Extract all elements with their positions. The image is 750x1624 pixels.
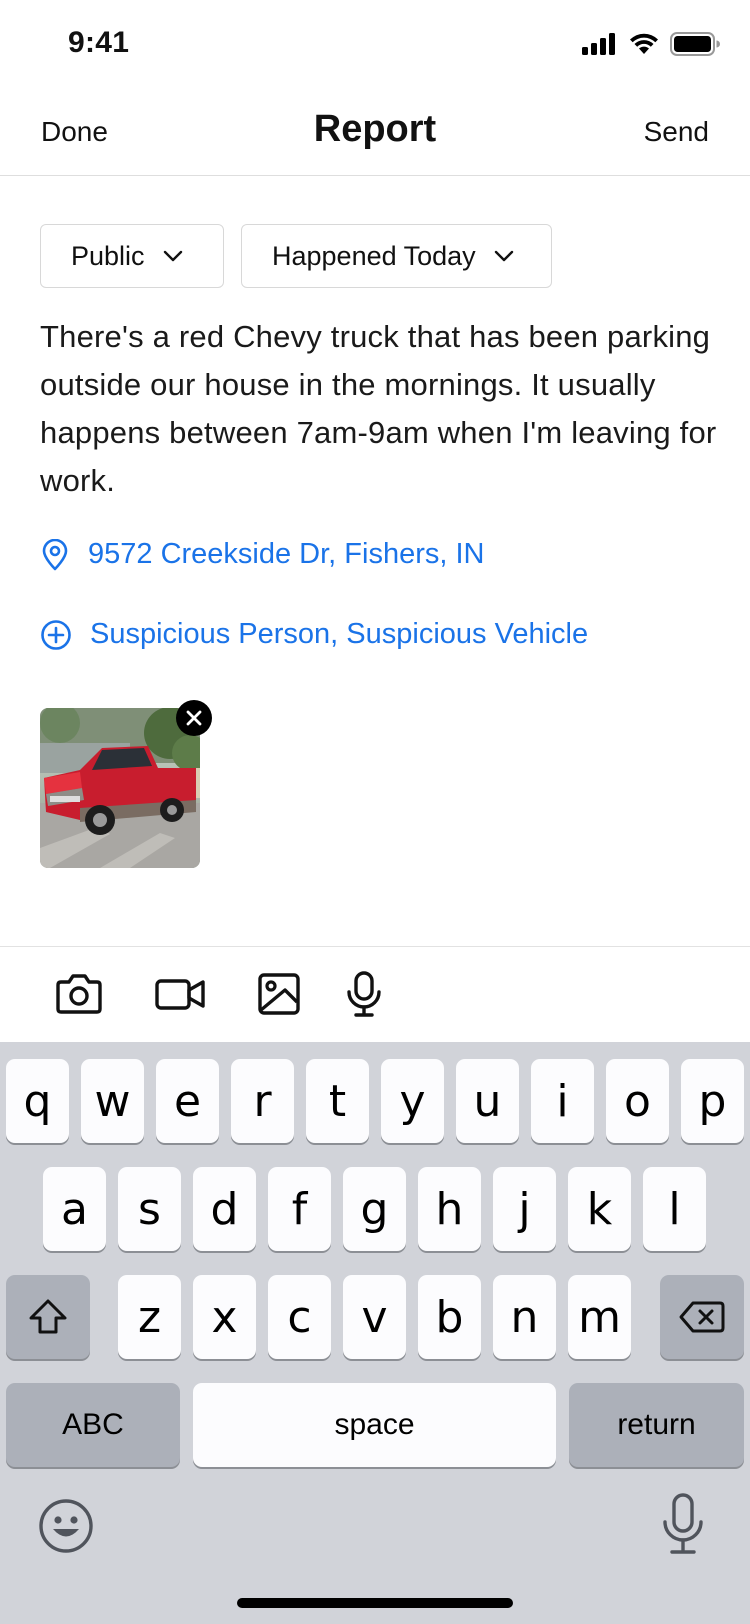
chevron-down-icon: [494, 250, 513, 262]
navigation-bar: Done Report Send: [0, 90, 750, 176]
visibility-dropdown[interactable]: Public: [40, 224, 224, 288]
key-c[interactable]: c: [268, 1275, 331, 1359]
key-n[interactable]: n: [493, 1275, 556, 1359]
keyboard: q w e r t y u i o p a s d f g h j k l z …: [0, 1042, 750, 1624]
key-p[interactable]: p: [681, 1059, 744, 1143]
close-icon: [186, 710, 202, 726]
location-link[interactable]: 9572 Creekside Dr, Fishers, IN: [40, 538, 484, 571]
key-u[interactable]: u: [456, 1059, 519, 1143]
key-a[interactable]: a: [43, 1167, 106, 1251]
key-h[interactable]: h: [418, 1167, 481, 1251]
wifi-icon: [630, 33, 658, 54]
key-y[interactable]: y: [381, 1059, 444, 1143]
microphone-icon: [663, 1493, 703, 1554]
key-s[interactable]: s: [118, 1167, 181, 1251]
dictation-button[interactable]: [660, 1492, 706, 1558]
media-toolbar: [0, 946, 750, 1042]
video-icon: [155, 979, 205, 1010]
send-button[interactable]: Send: [644, 116, 709, 148]
visibility-label: Public: [71, 240, 145, 271]
location-pin-icon: [42, 538, 68, 570]
audio-button[interactable]: [337, 969, 391, 1019]
incident-tags-text: Suspicious Person, Suspicious Vehicle: [90, 618, 589, 650]
chevron-down-icon: [163, 250, 182, 262]
status-time: 9:41: [68, 26, 130, 59]
space-key[interactable]: space: [193, 1383, 556, 1467]
timeframe-label: Happened Today: [272, 240, 476, 271]
key-z[interactable]: z: [118, 1275, 181, 1359]
return-key[interactable]: return: [569, 1383, 744, 1467]
image-icon: [258, 973, 300, 1015]
key-b[interactable]: b: [418, 1275, 481, 1359]
key-m[interactable]: m: [568, 1275, 631, 1359]
red-truck-image: [40, 708, 200, 868]
emoji-icon: [39, 1499, 93, 1553]
delete-key[interactable]: [660, 1275, 744, 1359]
photo-thumbnail: [40, 708, 200, 868]
key-d[interactable]: d: [193, 1167, 256, 1251]
key-x[interactable]: x: [193, 1275, 256, 1359]
key-j[interactable]: j: [493, 1167, 556, 1251]
home-indicator: [237, 1598, 513, 1608]
key-l[interactable]: l: [643, 1167, 706, 1251]
gallery-button[interactable]: [252, 969, 306, 1019]
add-circle-icon: [41, 619, 71, 650]
microphone-icon: [347, 971, 381, 1017]
key-w[interactable]: w: [81, 1059, 144, 1143]
key-k[interactable]: k: [568, 1167, 631, 1251]
key-t[interactable]: t: [306, 1059, 369, 1143]
status-bar: 9:41: [0, 0, 750, 90]
key-f[interactable]: f: [268, 1167, 331, 1251]
key-q[interactable]: q: [6, 1059, 69, 1143]
remove-photo-button[interactable]: [176, 700, 212, 736]
emoji-button[interactable]: [38, 1498, 94, 1554]
cellular-signal-icon: [582, 33, 615, 55]
shift-arrow-icon: [29, 1299, 67, 1334]
key-i[interactable]: i: [531, 1059, 594, 1143]
page-title: Report: [313, 108, 437, 150]
key-o[interactable]: o: [606, 1059, 669, 1143]
status-icons: [582, 32, 720, 56]
filter-pills: Public Happened Today: [40, 224, 552, 288]
location-text: 9572 Creekside Dr, Fishers, IN: [88, 538, 485, 570]
key-e[interactable]: e: [156, 1059, 219, 1143]
photo-attachment[interactable]: [40, 700, 212, 868]
incident-tags-link[interactable]: Suspicious Person, Suspicious Vehicle: [40, 618, 588, 651]
abc-key[interactable]: ABC: [6, 1383, 180, 1467]
shift-key[interactable]: [6, 1275, 90, 1359]
camera-icon: [56, 974, 102, 1014]
key-r[interactable]: r: [231, 1059, 294, 1143]
video-button[interactable]: [153, 969, 207, 1019]
key-v[interactable]: v: [343, 1275, 406, 1359]
battery-icon: [670, 32, 720, 56]
timeframe-dropdown[interactable]: Happened Today: [241, 224, 552, 288]
key-g[interactable]: g: [343, 1167, 406, 1251]
report-text-area[interactable]: There's a red Chevy truck that has been …: [40, 313, 720, 505]
camera-button[interactable]: [52, 969, 106, 1019]
backspace-icon: [679, 1301, 725, 1333]
